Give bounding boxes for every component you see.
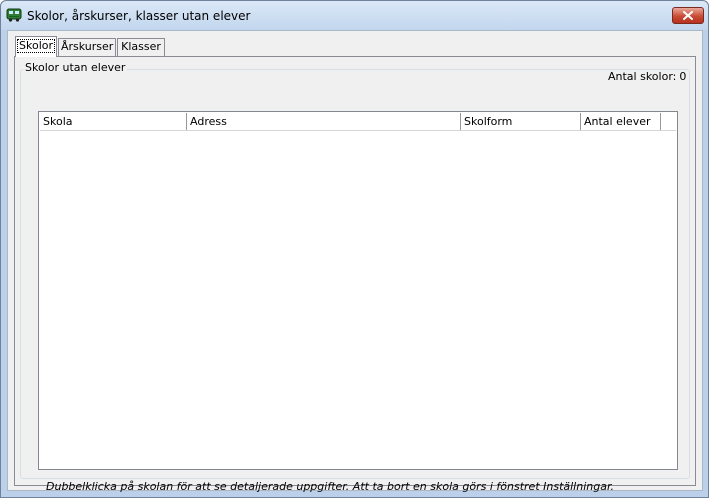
column-header-adress[interactable]: Adress [187,113,461,130]
list-body[interactable] [40,131,676,468]
column-header-antal-elever[interactable]: Antal elever [581,113,661,130]
close-button[interactable] [672,7,704,24]
tab-label: Skolor [17,39,55,53]
client-area: Skolor Årskurser Klasser Skolor utan ele… [7,30,703,493]
close-icon [683,11,693,20]
window-title: Skolor, årskurser, klasser utan elever [27,9,251,23]
dialog-window: Skolor, årskurser, klasser utan elever S… [0,0,709,498]
tab-skolor[interactable]: Skolor [15,36,57,57]
hint-text: Dubbelklicka på skolan för att se detalj… [46,480,614,493]
count-label: Antal skolor: [608,70,677,83]
title-bar[interactable]: Skolor, årskurser, klasser utan elever [1,1,708,30]
tab-page-skolor: Skolor utan elever Antal skolor: 0 Skola … [14,56,696,493]
tab-arskurser[interactable]: Årskurser [58,38,116,56]
tab-klasser[interactable]: Klasser [117,38,165,56]
count-value: 0 [679,70,687,83]
bus-icon [6,7,22,23]
column-header-filler [661,113,676,130]
list-header: Skola Adress Skolform Antal elever [40,113,676,131]
tab-label: Årskurser [61,40,114,53]
column-header-skola[interactable]: Skola [40,113,187,130]
schools-list[interactable]: Skola Adress Skolform Antal elever [38,111,678,470]
column-header-skolform[interactable]: Skolform [461,113,581,130]
group-title: Skolor utan elever [23,61,128,74]
school-count: Antal skolor: 0 [608,70,686,83]
tab-label: Klasser [121,40,161,53]
